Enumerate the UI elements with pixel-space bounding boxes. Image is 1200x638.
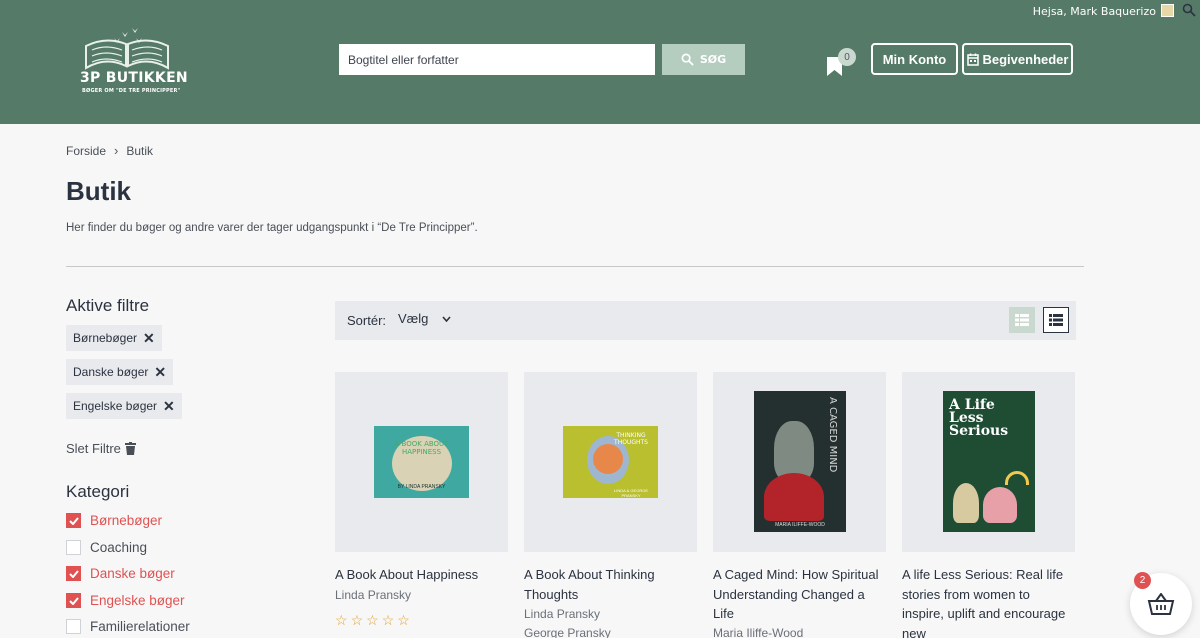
category-label: Engelske bøger: [90, 593, 185, 608]
product-author[interactable]: Maria Iliffe-Wood: [713, 626, 886, 638]
category-heading: Kategori: [66, 482, 130, 501]
product-author[interactable]: George Pransky: [524, 626, 697, 638]
cover-title: A BOOK ABOUT HAPPINESS: [394, 440, 449, 456]
category-label: Familierelationer: [90, 619, 190, 634]
list-icon: [1049, 314, 1063, 326]
clear-filters-label: Slet Filtre: [66, 441, 121, 456]
product-image[interactable]: A Life Less Serious: [902, 372, 1075, 552]
grid-view-button[interactable]: [1009, 307, 1035, 333]
search-icon[interactable]: [1182, 3, 1196, 17]
breadcrumb: Forside › Butik: [66, 143, 153, 158]
product-author[interactable]: Linda Pransky: [524, 607, 697, 621]
trash-icon: [124, 442, 136, 455]
sort-label: Sortér:: [347, 313, 387, 328]
my-account-label: Min Konto: [882, 51, 947, 67]
breadcrumb-current: Butik: [126, 143, 154, 158]
cover-title: A Life Less Serious: [949, 397, 1009, 439]
category-item[interactable]: Danske bøger: [66, 566, 175, 581]
page-title: Butik: [66, 176, 131, 206]
events-button[interactable]: Begivenheder: [962, 43, 1073, 75]
product-title[interactable]: A Book About Happiness: [335, 565, 508, 585]
wishlist-count-badge: 0: [838, 48, 856, 66]
my-account-button[interactable]: Min Konto: [871, 43, 958, 75]
product-title[interactable]: A life Less Serious: Real life stories f…: [902, 565, 1075, 638]
search-icon: [681, 53, 694, 66]
close-icon[interactable]: ✕: [163, 398, 175, 415]
active-filter-chip[interactable]: Børnebøger ✕: [66, 325, 162, 351]
sort-select[interactable]: Vælg: [398, 311, 451, 326]
cover-author: LINDA & GEORGE PRANSKY: [613, 488, 648, 498]
checkbox-checked[interactable]: [66, 593, 81, 608]
book-cover: THINKING THOUGHTS LINDA & GEORGE PRANSKY: [563, 426, 658, 498]
checkbox-unchecked[interactable]: [66, 540, 81, 555]
search-input[interactable]: [339, 44, 655, 75]
product-toolbar: Sortér: Vælg: [335, 301, 1076, 340]
book-cover: A Life Less Serious: [943, 391, 1035, 532]
product-image[interactable]: A BOOK ABOUT HAPPINESS BY LINDA PRANSKY: [335, 372, 508, 552]
cover-title: THINKING THOUGHTS: [614, 432, 648, 446]
category-item[interactable]: Coaching: [66, 540, 147, 555]
cover-author: MARIA ILIFFE-WOOD: [775, 522, 825, 528]
checkbox-unchecked[interactable]: [66, 619, 81, 634]
product-image[interactable]: THINKING THOUGHTS LINDA & GEORGE PRANSKY: [524, 372, 697, 552]
checkbox-checked[interactable]: [66, 566, 81, 581]
site-header: Hejsa, Mark Baquerizo 3P BUTIKKEN BØGER …: [0, 0, 1200, 124]
category-item[interactable]: Familierelationer: [66, 619, 190, 634]
star-icon: ☆: [350, 612, 364, 628]
sort-select-value: Vælg: [398, 311, 429, 326]
chevron-right-icon: ›: [114, 143, 119, 158]
active-filter-chip[interactable]: Danske bøger ✕: [66, 359, 174, 385]
category-item[interactable]: Børnebøger: [66, 513, 162, 528]
page-description: Her finder du bøger og andre varer der t…: [66, 222, 478, 234]
basket-icon: [1147, 593, 1175, 615]
chevron-down-icon: [442, 315, 451, 322]
star-icon: ☆: [397, 612, 410, 628]
divider: [66, 266, 1084, 267]
filter-chip-label: Børnebøger: [73, 331, 138, 345]
calendar-icon: [966, 53, 979, 66]
logo-subtitle: BØGER OM "DE TRE PRINCIPPER": [82, 88, 181, 94]
product-title[interactable]: A Caged Mind: How Spiritual Understandin…: [713, 565, 886, 624]
star-icon: ☆: [381, 612, 395, 628]
basket-count-badge: 2: [1134, 572, 1151, 589]
category-label: Danske bøger: [90, 566, 175, 581]
star-icon: ☆: [366, 612, 379, 628]
search-button[interactable]: SØG: [662, 44, 745, 75]
category-label: Børnebøger: [90, 513, 163, 528]
cover-title: A CAGED MIND: [827, 397, 838, 473]
breadcrumb-home-link[interactable]: Forside: [66, 144, 106, 158]
user-avatar-icon[interactable]: [1161, 4, 1174, 17]
product-image[interactable]: A CAGED MIND MARIA ILIFFE-WOOD: [713, 372, 886, 552]
list-view-button[interactable]: [1043, 307, 1069, 333]
logo-title: 3P BUTIKKEN: [80, 70, 188, 86]
grid-icon: [1015, 314, 1029, 326]
product-author[interactable]: Linda Pransky: [335, 588, 508, 602]
cover-author: BY LINDA PRANSKY: [397, 484, 446, 490]
star-icon: ☆: [335, 612, 348, 628]
active-filters-heading: Aktive filtre: [66, 296, 150, 315]
close-icon[interactable]: ✕: [143, 330, 155, 347]
search-button-label: SØG: [699, 53, 727, 66]
category-item[interactable]: Engelske bøger: [66, 593, 185, 608]
checkbox-checked[interactable]: [66, 513, 81, 528]
active-filter-chip[interactable]: Engelske bøger ✕: [66, 393, 182, 419]
book-cover: A BOOK ABOUT HAPPINESS BY LINDA PRANSKY: [374, 426, 469, 498]
filter-chip-label: Danske bøger: [73, 365, 149, 379]
clear-filters-button[interactable]: Slet Filtre: [66, 441, 136, 456]
category-label: Coaching: [90, 540, 148, 555]
filter-chip-label: Engelske bøger: [73, 399, 158, 413]
book-cover: A CAGED MIND MARIA ILIFFE-WOOD: [754, 391, 846, 532]
rating-stars: ☆ ☆ ☆ ☆ ☆: [335, 612, 410, 629]
close-icon[interactable]: ✕: [154, 364, 166, 381]
events-label: Begivenheder: [982, 51, 1069, 67]
product-title[interactable]: A Book About Thinking Thoughts: [524, 565, 697, 604]
user-greeting[interactable]: Hejsa, Mark Baquerizo: [1033, 5, 1156, 18]
